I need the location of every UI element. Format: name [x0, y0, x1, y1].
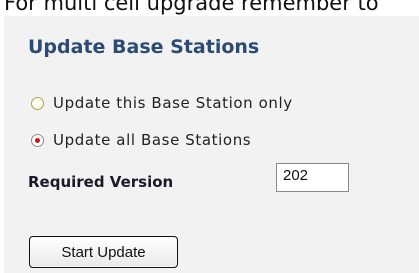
panel-title: Update Base Stations — [28, 36, 260, 58]
instruction-text: For multi cell upgrade remember to — [4, 0, 379, 15]
option-label: Update this Base Station only — [53, 94, 293, 112]
radio-button-selected[interactable] — [31, 133, 44, 147]
start-update-button[interactable]: Start Update — [29, 236, 178, 268]
option-label: Update all Base Stations — [53, 131, 252, 149]
option-update-all-stations[interactable]: Update all Base Stations — [31, 129, 251, 151]
option-update-this-station[interactable]: Update this Base Station only — [31, 92, 293, 114]
required-version-label: Required Version — [28, 173, 174, 191]
radio-button-unselected[interactable] — [31, 96, 44, 110]
required-version-input[interactable]: 202 — [276, 163, 349, 192]
radio-selected-dot — [35, 137, 40, 143]
